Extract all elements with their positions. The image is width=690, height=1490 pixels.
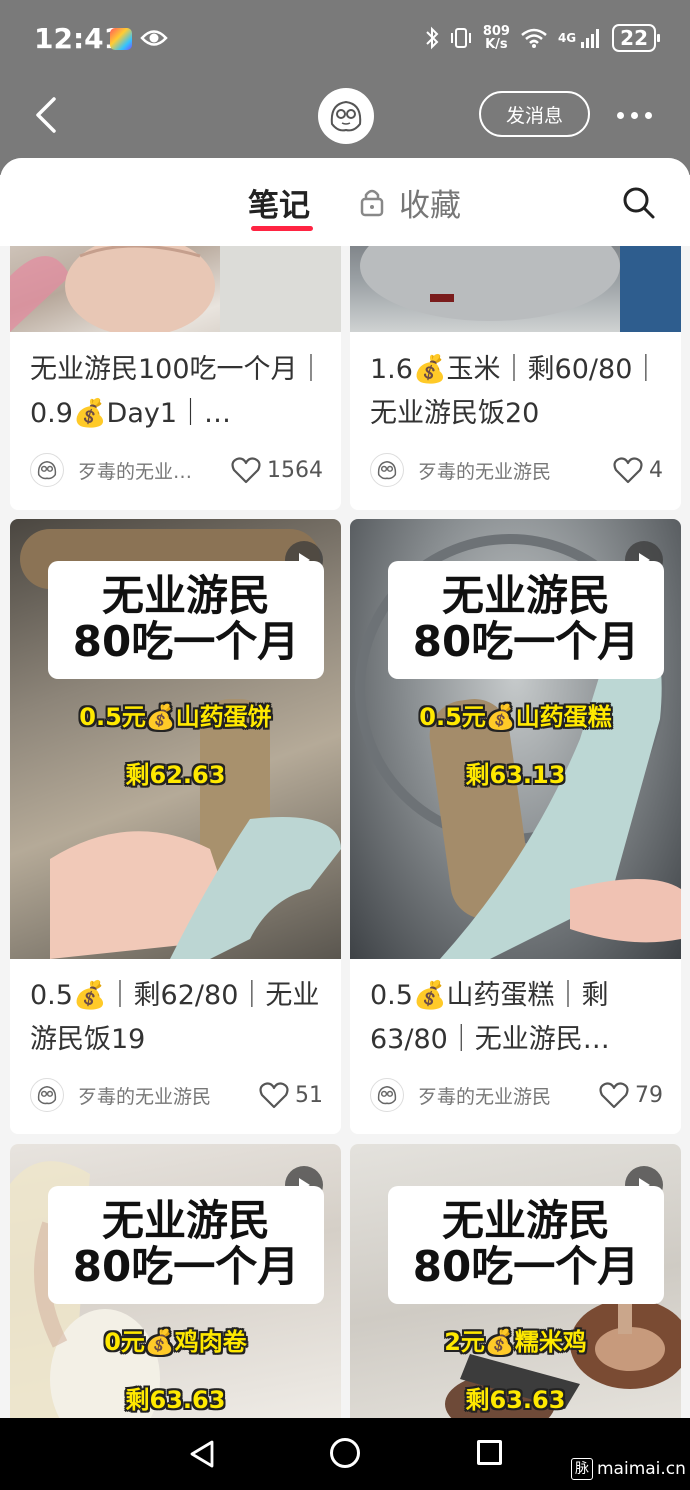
net-speed-unit: K/s	[485, 37, 508, 52]
note-card[interactable]: 无业游民 80吃一个月 2元💰糯米鸡 剩63.63	[350, 1144, 681, 1418]
note-meta: 歹毒的无业游民 4	[370, 452, 663, 488]
network-type: 4G	[557, 31, 577, 45]
avatar-icon	[330, 100, 362, 132]
cover-remaining: 剩63.63	[465, 1386, 566, 1414]
author-avatar	[30, 1078, 64, 1112]
like-button[interactable]: 1564	[231, 456, 323, 484]
nav-back-icon[interactable]	[188, 1440, 216, 1468]
back-icon[interactable]	[28, 95, 68, 135]
cover-title-line1: 无业游民	[101, 1196, 270, 1245]
author-name: 歹毒的无业…	[78, 460, 193, 483]
tab-active-indicator	[251, 226, 313, 231]
avatar-icon	[37, 1085, 57, 1105]
note-image: 无业游民 80吃一个月 0.5元💰山药蛋糕 剩63.13	[350, 519, 681, 959]
cover-dish: 0.5元💰山药蛋糕	[419, 703, 612, 731]
heart-icon	[231, 457, 261, 484]
author-name: 歹毒的无业游民	[78, 1085, 212, 1108]
like-count: 1564	[267, 457, 323, 483]
like-button[interactable]: 51	[259, 1081, 323, 1109]
profile-sheet: 笔记 收藏 无业游民100吃一个月｜0.9💰Day1｜… 歹毒的无业… 1564…	[0, 158, 690, 1418]
author-name: 歹毒的无业游民	[418, 460, 552, 483]
avatar-icon	[377, 1085, 397, 1105]
heart-icon	[259, 1082, 289, 1109]
cover-title-line1: 无业游民	[441, 1196, 610, 1245]
eye-icon	[140, 30, 168, 46]
wifi-icon	[521, 28, 547, 48]
note-card[interactable]: 无业游民100吃一个月｜0.9💰Day1｜… 歹毒的无业… 1564	[10, 246, 341, 510]
note-meta: 歹毒的无业游民 51	[30, 1077, 323, 1113]
cover-title-line2: 80吃一个月	[72, 617, 300, 666]
note-card[interactable]: 无业游民 80吃一个月 0元💰鸡肉卷 剩63.63	[10, 1144, 341, 1418]
pot-image	[360, 246, 681, 332]
cover-title-box: 无业游民 80吃一个月	[388, 1186, 664, 1304]
like-count: 51	[295, 1082, 323, 1108]
note-meta: 歹毒的无业游民 79	[370, 1077, 663, 1113]
note-title: 0.5💰｜剩62/80｜无业游民饭19	[30, 980, 320, 1055]
note-title: 0.5💰山药蛋糕｜剩63/80｜无业游民…	[370, 980, 610, 1055]
cover-title-line2: 80吃一个月	[412, 1242, 640, 1291]
author-avatar	[370, 1078, 404, 1112]
cover-dish: 0元💰鸡肉卷	[104, 1328, 247, 1356]
nav-home-icon[interactable]	[330, 1438, 360, 1468]
like-count: 4	[649, 457, 663, 483]
cover-remaining: 剩63.63	[125, 1386, 226, 1414]
note-title: 无业游民100吃一个月｜0.9💰Day1｜…	[30, 354, 325, 429]
cover-title-box: 无业游民 80吃一个月	[48, 561, 324, 679]
cover-title-box: 无业游民 80吃一个月	[48, 1186, 324, 1304]
note-image	[350, 246, 681, 332]
cover-title-line2: 80吃一个月	[72, 1242, 300, 1291]
nav-recents-icon[interactable]	[477, 1440, 502, 1465]
tab-bar: 笔记 收藏	[0, 158, 690, 246]
cover-remaining: 剩63.13	[465, 761, 566, 789]
note-title: 1.6💰玉米｜剩60/80｜无业游民饭20	[370, 354, 660, 429]
author-avatar	[30, 453, 64, 487]
hand-image	[10, 246, 341, 332]
bluetooth-icon	[426, 26, 439, 50]
signal-icon	[581, 29, 600, 48]
watermark: 脉 maimai.cn	[571, 1458, 686, 1480]
status-bar: 12:41 809 K/s 4G 22	[0, 0, 690, 80]
note-card[interactable]: 无业游民 80吃一个月 0.5元💰山药蛋饼 剩62.63 0.5💰｜剩62/80…	[10, 519, 341, 1134]
search-icon[interactable]	[622, 186, 656, 220]
cover-dish: 0.5元💰山药蛋饼	[79, 703, 272, 731]
note-image	[10, 246, 341, 332]
cover-dish: 2元💰糯米鸡	[444, 1328, 587, 1356]
profile-avatar[interactable]	[318, 88, 374, 144]
lock-icon	[360, 189, 384, 217]
heart-icon	[613, 457, 643, 484]
cover-title-line1: 无业游民	[101, 571, 270, 620]
tab-favorites[interactable]: 收藏	[399, 180, 461, 225]
cover-remaining: 剩62.63	[125, 761, 226, 789]
send-message-button[interactable]: 发消息	[479, 91, 590, 137]
like-count: 79	[635, 1082, 663, 1108]
nav-bar: 发消息	[0, 80, 690, 160]
watermark-site: maimai.cn	[597, 1459, 686, 1479]
note-card[interactable]: 无业游民 80吃一个月 0.5元💰山药蛋糕 剩63.13 0.5💰山药蛋糕｜剩6…	[350, 519, 681, 1134]
note-image: 无业游民 80吃一个月 0元💰鸡肉卷 剩63.63	[10, 1144, 341, 1418]
like-button[interactable]: 4	[613, 456, 663, 484]
status-right: 809 K/s 4G 22	[425, 24, 660, 52]
avatar-icon	[377, 460, 397, 480]
author-name: 歹毒的无业游民	[418, 1085, 552, 1108]
cover-title-line2: 80吃一个月	[412, 617, 640, 666]
cover-title-line1: 无业游民	[441, 571, 610, 620]
avatar-icon	[37, 460, 57, 480]
like-button[interactable]: 79	[599, 1081, 663, 1109]
tab-notes[interactable]: 笔记	[248, 180, 310, 225]
more-icon[interactable]	[617, 112, 652, 119]
heart-icon	[599, 1082, 629, 1109]
app-notification-icon	[110, 28, 132, 50]
note-meta: 歹毒的无业… 1564	[30, 452, 323, 488]
net-speed: 809 K/s	[483, 25, 510, 51]
notes-grid: 无业游民100吃一个月｜0.9💰Day1｜… 歹毒的无业… 1564 1.6💰玉…	[0, 246, 690, 1418]
note-card[interactable]: 1.6💰玉米｜剩60/80｜无业游民饭20 歹毒的无业游民 4	[350, 246, 681, 510]
watermark-logo: 脉	[571, 1458, 593, 1480]
note-image: 无业游民 80吃一个月 0.5元💰山药蛋饼 剩62.63	[10, 519, 341, 959]
top-bar: 12:41 809 K/s 4G 22 发消息	[0, 0, 690, 175]
cover-title-box: 无业游民 80吃一个月	[388, 561, 664, 679]
vibrate-icon	[450, 28, 471, 48]
author-avatar	[370, 453, 404, 487]
note-image: 无业游民 80吃一个月 2元💰糯米鸡 剩63.63	[350, 1144, 681, 1418]
battery-indicator: 22	[612, 24, 660, 52]
